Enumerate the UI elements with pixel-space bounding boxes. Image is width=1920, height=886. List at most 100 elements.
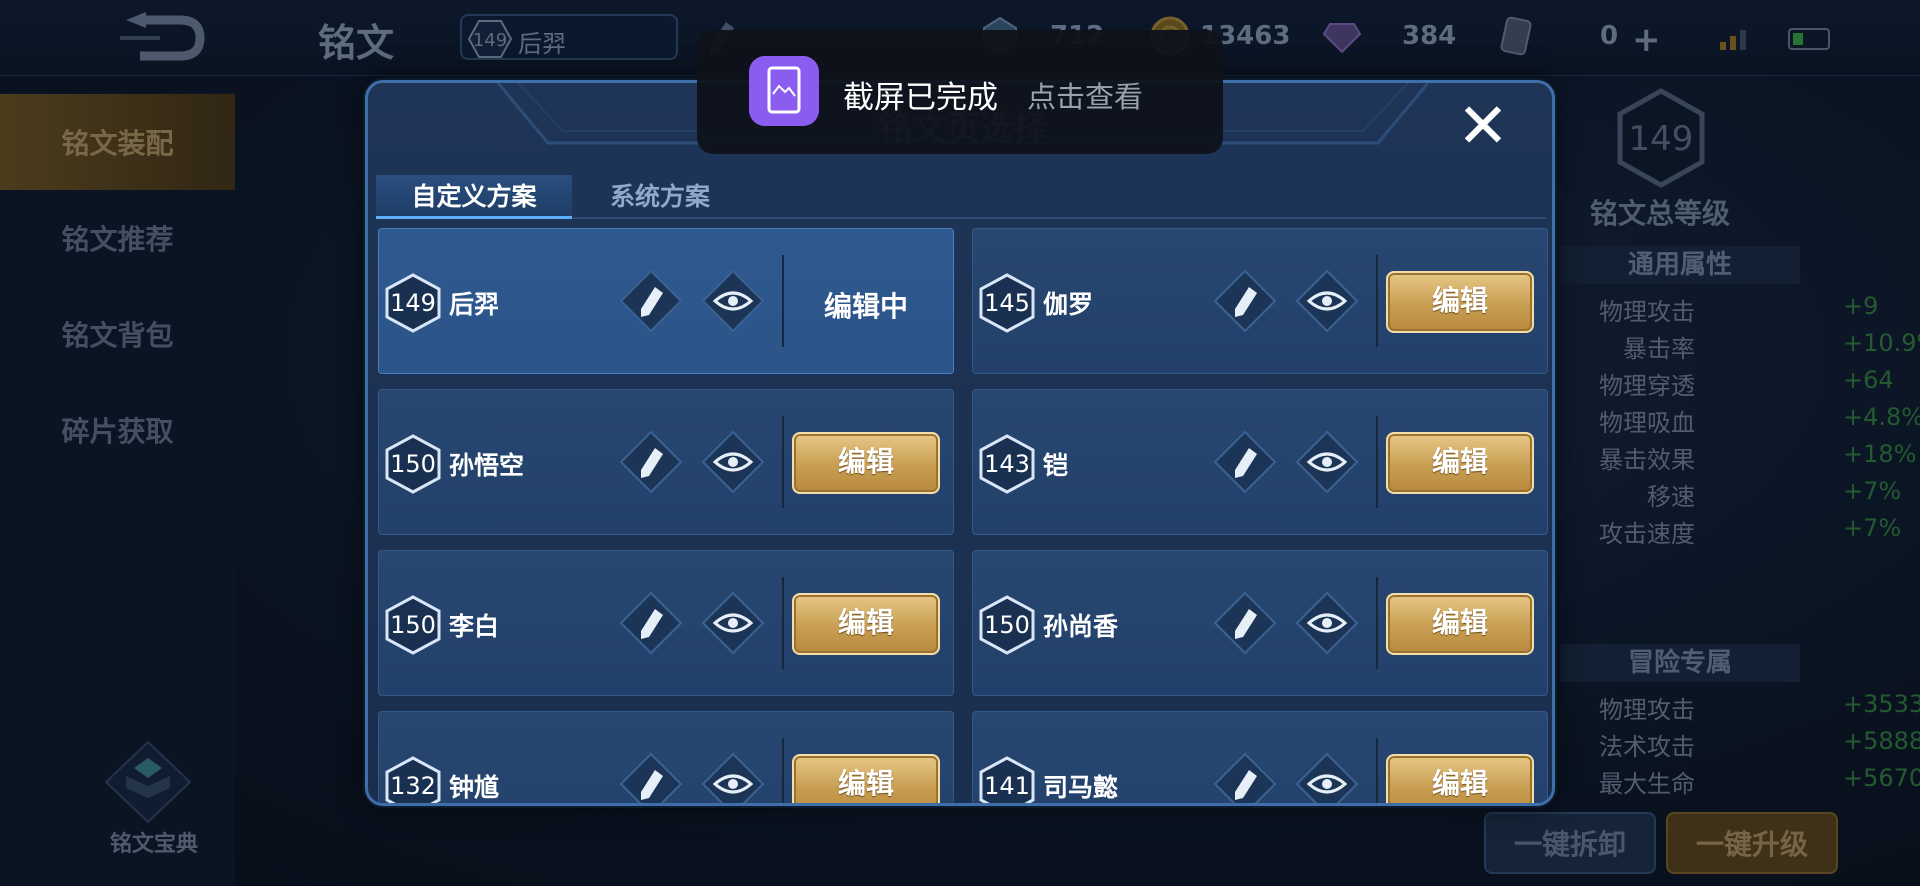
rename-pencil-icon[interactable] (1213, 752, 1277, 806)
attr-row: 物理吸血 +4.8% (1599, 403, 1920, 437)
game-screen: 铭文 149 后羿 712 13463 384 0 + (0, 0, 1920, 886)
currency-value: 384 (1402, 21, 1457, 51)
preview-eye-icon[interactable] (1295, 430, 1359, 494)
preview-eye-icon[interactable] (1295, 752, 1359, 806)
close-icon[interactable]: ✕ (1448, 93, 1518, 163)
hero-name: 后羿 (518, 30, 566, 58)
level-hex-icon: 141 (979, 756, 1035, 803)
page-title: 铭文 (318, 21, 395, 65)
plus-icon[interactable]: + (1632, 20, 1661, 60)
rename-pencil-icon[interactable] (1213, 591, 1277, 655)
divider (1376, 577, 1378, 669)
preview-eye-icon[interactable] (701, 430, 765, 494)
back-icon[interactable] (110, 10, 210, 66)
svg-text:149: 149 (473, 30, 507, 51)
rune-page-card[interactable]: 150 李白 编辑 (378, 550, 954, 696)
attr-row: 移速 +7% (1647, 477, 1902, 511)
hero-name: 李白 (449, 612, 500, 641)
editing-label: 编辑中 (823, 290, 908, 323)
svg-text:149: 149 (390, 289, 436, 317)
rune-page-card[interactable]: 132 钟馗 编辑 (378, 711, 954, 806)
divider (782, 577, 784, 669)
toast-view-link[interactable]: 点击查看 (1027, 74, 1143, 116)
currency-card: 0 (1496, 16, 1618, 56)
screenshot-toast[interactable]: 截屏已完成 点击查看 (697, 30, 1223, 154)
nav-item-equip[interactable]: 铭文装配 (0, 94, 235, 190)
attr-row: 物理穿透 +64 (1599, 366, 1894, 400)
hero-name: 孙悟空 (449, 451, 525, 480)
rename-pencil-icon[interactable] (619, 430, 683, 494)
rename-pencil-icon[interactable] (619, 591, 683, 655)
edit-button[interactable]: 编辑 (1386, 432, 1534, 494)
level-hex-icon: 145 (979, 273, 1035, 333)
rune-page-card[interactable]: 150 孙尚香 编辑 (972, 550, 1548, 696)
nav-item-fragments[interactable]: 碎片获取 (0, 382, 235, 478)
signal-icon (1720, 30, 1746, 50)
attr-row: 物理攻击 +9 (1599, 292, 1879, 326)
nav-item-recommend[interactable]: 铭文推荐 (0, 190, 235, 286)
level-hex-icon: 149 (468, 20, 512, 58)
svg-text:150: 150 (984, 611, 1030, 639)
preview-eye-icon[interactable] (1295, 591, 1359, 655)
svg-text:150: 150 (390, 611, 436, 639)
edit-button[interactable]: 编辑 (1386, 754, 1534, 803)
card-icon (1500, 16, 1532, 56)
level-hex-icon: 143 (979, 434, 1035, 494)
edit-button[interactable]: 编辑 (1386, 271, 1534, 333)
svg-text:150: 150 (390, 450, 436, 478)
rename-pencil-icon[interactable] (1213, 430, 1277, 494)
hero-name: 孙尚香 (1043, 612, 1119, 641)
tab-system-plan[interactable]: 系统方案 (562, 175, 758, 219)
edit-button[interactable]: 编辑 (792, 754, 940, 803)
hero-name: 钟馗 (449, 773, 500, 802)
rune-page-card[interactable]: 141 司马懿 编辑 (972, 711, 1548, 806)
currency-value: 0 (1600, 21, 1619, 51)
codex-label: 铭文宝典 (110, 832, 199, 857)
upgrade-all-button[interactable]: 一键升级 (1666, 812, 1838, 874)
rune-page-card[interactable]: 150 孙悟空 编辑 (378, 389, 954, 535)
rune-page-card[interactable]: 149 后羿 编辑中 (378, 228, 954, 374)
codex-book-icon[interactable] (100, 740, 196, 824)
hero-name: 伽罗 (1043, 290, 1094, 319)
edit-button[interactable]: 编辑 (1386, 593, 1534, 655)
attr-row: 最大生命+56700 (1599, 764, 1920, 798)
rename-pencil-icon[interactable] (619, 269, 683, 333)
attr-row: 暴击率+10.9% (1623, 329, 1920, 363)
preview-eye-icon[interactable] (701, 591, 765, 655)
edit-button[interactable]: 编辑 (792, 432, 940, 494)
rune-page-card[interactable]: 143 铠 编辑 (972, 389, 1548, 535)
crystal-icon (1322, 23, 1362, 54)
attr-row: 法术攻击 +5888 (1599, 727, 1920, 761)
divider (1376, 738, 1378, 803)
attr-row: 暴击效果 +18% (1599, 440, 1917, 474)
svg-text:132: 132 (390, 772, 436, 800)
tab-custom-plan[interactable]: 自定义方案 (376, 175, 572, 219)
level-hex-icon: 150 (385, 595, 441, 655)
attr-row: 攻击速度 +7% (1599, 514, 1902, 548)
svg-text:145: 145 (984, 289, 1030, 317)
rename-pencil-icon[interactable] (1213, 269, 1277, 333)
hero-name: 铠 (1043, 451, 1069, 480)
hero-name: 司马懿 (1043, 773, 1119, 802)
rune-page-grid: 149 后羿 编辑中 145 伽罗 编辑 150 孙悟空 编辑 143 铠编辑 150 李白 编辑 150 孙… (378, 228, 1548, 806)
currency-crystal: 384 (1322, 16, 1456, 56)
total-level-label: 铭文总等级 (1590, 197, 1731, 230)
preview-eye-icon[interactable] (701, 269, 765, 333)
level-hex-icon: 150 (979, 595, 1035, 655)
hero-selector[interactable]: 149 后羿 (460, 14, 678, 60)
svg-text:143: 143 (984, 450, 1030, 478)
level-hex-icon: 132 (385, 756, 441, 803)
rename-pencil-icon[interactable] (619, 752, 683, 806)
edit-button[interactable]: 编辑 (792, 593, 940, 655)
battery-icon (1788, 28, 1830, 50)
nav-item-bag[interactable]: 铭文背包 (0, 286, 235, 382)
divider (1376, 416, 1378, 508)
unload-all-button[interactable]: 一键拆卸 (1484, 812, 1656, 874)
total-level-hex-icon: 149 (1617, 88, 1705, 188)
svg-text:141: 141 (984, 772, 1030, 800)
adventure-attrs-heading: 冒险专属 (1560, 644, 1800, 682)
preview-eye-icon[interactable] (1295, 269, 1359, 333)
preview-eye-icon[interactable] (701, 752, 765, 806)
rune-page-card[interactable]: 145 伽罗 编辑 (972, 228, 1548, 374)
divider (782, 738, 784, 803)
